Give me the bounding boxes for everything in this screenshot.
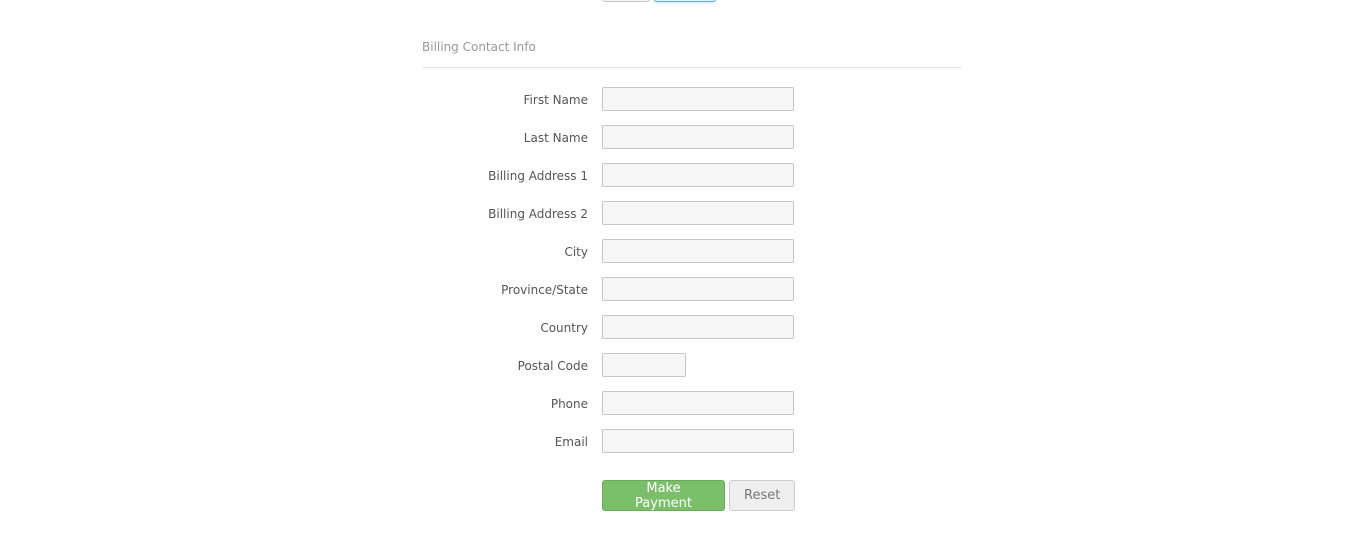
form-actions: Make Payment Reset — [422, 480, 962, 512]
make-payment-button[interactable]: Make Payment — [602, 480, 725, 511]
province-state-input[interactable] — [602, 277, 794, 301]
billing-address-2-row: Billing Address 2 — [422, 201, 962, 239]
province-state-row: Province/State — [422, 277, 962, 315]
country-input[interactable] — [602, 315, 794, 339]
last-name-input[interactable] — [602, 125, 794, 149]
form-fields: First Name Last Name Billing Address 1 B… — [422, 87, 962, 467]
country-row: Country — [422, 315, 962, 353]
city-row: City — [422, 239, 962, 277]
first-name-row: First Name — [422, 87, 962, 125]
province-state-label: Province/State — [501, 283, 588, 297]
billing-contact-form: Billing Contact Info First Name Last Nam… — [422, 40, 962, 512]
cut-off-previous-controls — [0, 0, 1365, 2]
first-name-label: First Name — [523, 93, 588, 107]
email-row: Email — [422, 429, 962, 467]
email-input[interactable] — [602, 429, 794, 453]
billing-address-2-input[interactable] — [602, 201, 794, 225]
email-label: Email — [554, 435, 588, 449]
reset-button[interactable]: Reset — [729, 480, 795, 511]
billing-address-1-label: Billing Address 1 — [488, 169, 588, 183]
phone-label: Phone — [550, 397, 588, 411]
phone-row: Phone — [422, 391, 962, 429]
last-name-label: Last Name — [523, 131, 588, 145]
city-label: City — [564, 245, 588, 259]
billing-address-1-input[interactable] — [602, 163, 794, 187]
postal-code-label: Postal Code — [517, 359, 588, 373]
billing-address-1-row: Billing Address 1 — [422, 163, 962, 201]
first-name-input[interactable] — [602, 87, 794, 111]
last-name-row: Last Name — [422, 125, 962, 163]
phone-input[interactable] — [602, 391, 794, 415]
previous-focused-field-fragment[interactable] — [654, 0, 716, 2]
section-legend: Billing Contact Info — [422, 40, 962, 68]
previous-field-fragment[interactable] — [602, 0, 650, 2]
postal-code-row: Postal Code — [422, 353, 962, 391]
billing-address-2-label: Billing Address 2 — [488, 207, 588, 221]
city-input[interactable] — [602, 239, 794, 263]
postal-code-input[interactable] — [602, 353, 686, 377]
country-label: Country — [540, 321, 588, 335]
